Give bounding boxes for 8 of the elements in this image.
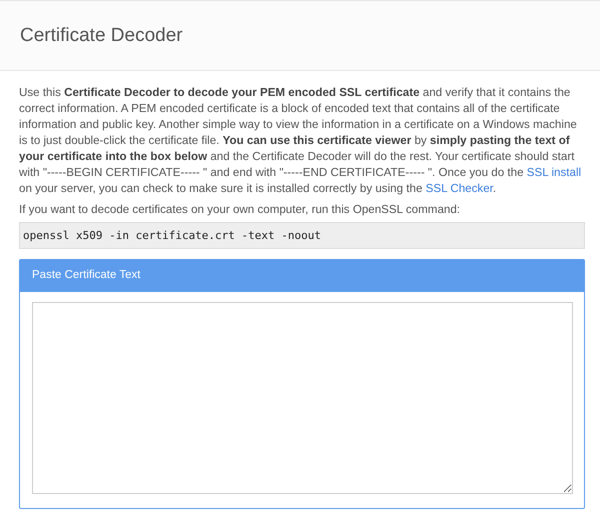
- panel-title: Paste Certificate Text: [32, 269, 140, 281]
- intro-paragraph: Use this Certificate Decoder to decode your PEM encoded SSL certificate and verify that it contains the correct information. A PEM encoded certificate is a block of encoded text that contains all of the certificate information and public key. Another simple way to view the information in a certificate on a Windows machine is to just double-click the certificate file. You can use this certificate viewer by simply pasting the text of your certificate into the box below and the Certificate Decoder will do the rest. Your certificate should start with "-----BEGIN CERTIFICATE----- " and end with "-----END CERTIFICATE----- ". Once you do the SSL install on your server, you can check to make sure it is installed correctly by using the SSL Checker.: [19, 85, 582, 197]
- command-intro: If you want to decode certificates on your own computer, run this OpenSSL command:: [19, 202, 462, 218]
- link[interactable]: SSL install: [526, 166, 582, 179]
- command-code: openssl x509 -in certificate.crt -text -noout: [19, 222, 585, 249]
- link[interactable]: SSL Checker: [426, 182, 493, 195]
- page-title: Certificate Decoder: [20, 24, 183, 46]
- certificate-text-field[interactable]: [32, 302, 573, 494]
